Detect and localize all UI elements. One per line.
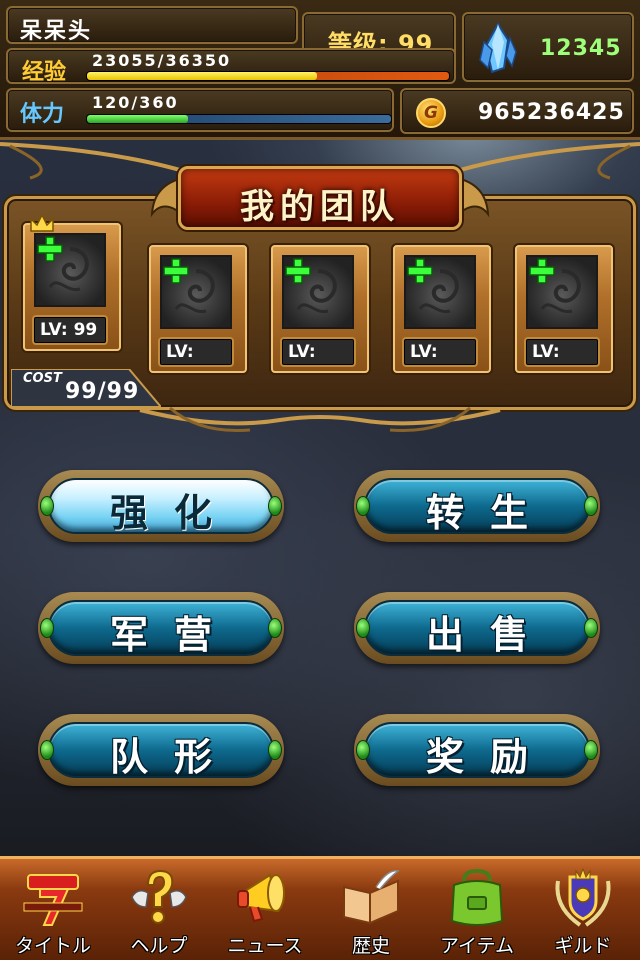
nav-guild[interactable]: ギルド <box>530 865 636 960</box>
bottom-nav: タイトル ヘルプ ニュース 歴史 アイテム ギルド <box>0 856 640 960</box>
nav-history[interactable]: 歴史 <box>318 865 424 960</box>
slot-level: LV: <box>402 337 478 367</box>
crown-icon <box>30 213 54 232</box>
enhance-label: 强化 <box>109 491 238 535</box>
empty-portrait <box>34 233 106 307</box>
question-icon <box>131 869 187 924</box>
add-plus-icon <box>163 258 189 284</box>
nav-help[interactable]: ヘルプ <box>106 865 212 960</box>
gold-panel[interactable]: G 965236425 <box>400 88 634 134</box>
reward-button[interactable]: 奖励 <box>354 714 600 786</box>
slot-level: LV: <box>280 337 356 367</box>
sell-label: 出售 <box>425 613 554 657</box>
gold-coin-icon: G <box>416 98 446 128</box>
seven-logo-icon <box>23 874 83 926</box>
barracks-label: 军营 <box>109 613 238 657</box>
stamina-bar-fill <box>87 115 189 123</box>
player-name: 呆呆头 <box>20 19 93 44</box>
cost-label: COST <box>23 371 62 386</box>
nav-title-label: タイトル <box>14 935 91 957</box>
slot-level: LV: <box>524 337 600 367</box>
crystal-icon <box>479 22 517 74</box>
sell-button[interactable]: 出售 <box>354 592 600 664</box>
exp-label: 经验 <box>22 60 67 85</box>
megaphone-icon <box>237 873 285 923</box>
gold-count: 965236425 <box>478 100 625 125</box>
exp-bar <box>86 71 450 81</box>
formation-button[interactable]: 队形 <box>38 714 284 786</box>
add-plus-icon <box>285 258 311 284</box>
team-title: 我的团队 <box>240 187 400 227</box>
nav-item-bag[interactable]: アイテム <box>424 865 530 960</box>
empty-portrait <box>160 255 232 329</box>
nav-title[interactable]: タイトル <box>0 865 106 960</box>
empty-portrait <box>404 255 476 329</box>
slot-level: LV: <box>158 337 234 367</box>
add-plus-icon <box>407 258 433 284</box>
team-slot-5[interactable]: LV: <box>515 245 613 373</box>
exp-value: 23055/36350 <box>92 51 232 70</box>
rebirth-label: 转生 <box>425 491 554 535</box>
empty-portrait <box>282 255 354 329</box>
book-icon <box>343 870 400 925</box>
team-slot-4[interactable]: LV: <box>393 245 491 373</box>
nav-guild-label: ギルド <box>554 935 612 957</box>
nav-history-label: 歴史 <box>351 935 390 957</box>
gem-count: 12345 <box>540 36 622 61</box>
exp-bar-fill <box>87 72 317 80</box>
stamina-label: 体力 <box>20 102 65 127</box>
enhance-button[interactable]: 强化 <box>38 470 284 542</box>
empty-portrait <box>526 255 598 329</box>
formation-label: 队形 <box>109 735 238 779</box>
ornament-bottom <box>139 406 501 432</box>
team-slot-3[interactable]: LV: <box>271 245 369 373</box>
guild-emblem-icon <box>555 867 611 927</box>
team-slot-leader[interactable]: LV: 99 <box>23 213 121 351</box>
nav-item-label: アイテム <box>439 935 515 957</box>
slot-level: LV: 99 <box>32 315 108 345</box>
team-slot-2[interactable]: LV: <box>149 245 247 373</box>
add-plus-icon <box>37 236 63 262</box>
bag-icon <box>450 868 504 926</box>
nav-news[interactable]: ニュース <box>212 865 318 960</box>
status-bar: 呆呆头 等级: 99 经验 23055/36350 12345 体力 120/3… <box>0 0 640 140</box>
exp-panel: 经验 23055/36350 <box>6 48 456 85</box>
nav-help-label: ヘルプ <box>130 935 188 957</box>
nav-news-label: ニュース <box>227 935 303 957</box>
gem-panel[interactable]: 12345 <box>462 12 634 82</box>
stamina-value: 120/360 <box>92 93 179 112</box>
stamina-bar <box>86 114 392 124</box>
rebirth-button[interactable]: 转生 <box>354 470 600 542</box>
stamina-panel: 体力 120/360 <box>6 88 394 132</box>
add-plus-icon <box>529 258 555 284</box>
team-title-banner: 我的团队 <box>178 166 462 230</box>
player-name-panel: 呆呆头 <box>6 6 298 44</box>
barracks-button[interactable]: 军营 <box>38 592 284 664</box>
reward-label: 奖励 <box>425 735 554 779</box>
